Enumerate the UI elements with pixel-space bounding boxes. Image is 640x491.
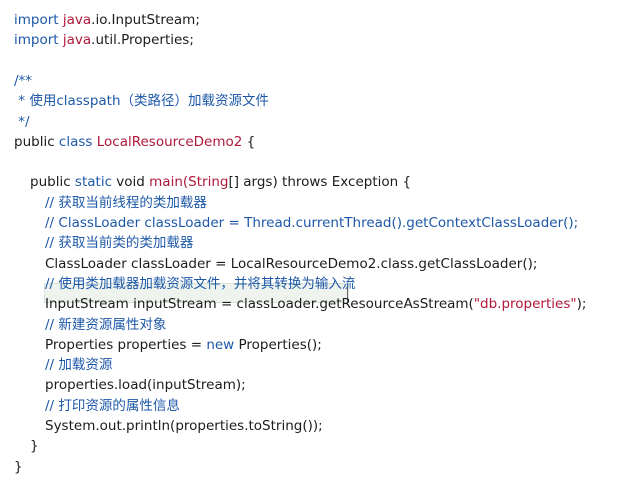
code-token: Properties properties = [45,336,207,353]
code-line-content: /** [0,73,32,89]
code-line[interactable]: } [0,436,640,456]
code-token: // ClassLoader classLoader = Thread.curr… [45,215,579,231]
code-line-content: // 使用类加载器加载资源文件，并将其转换为输入流 [0,276,355,292]
code-line-content: ClassLoader classLoader = LocalResourceD… [0,256,537,272]
code-token: public [30,174,75,191]
code-token: void [116,174,150,191]
code-line-content: // 获取当前线程的类加载器 [0,195,207,211]
code-line-content: public static void main(String[] args) t… [0,174,411,190]
code-line-content: Properties properties = new Properties()… [0,337,322,353]
code-line[interactable]: // 获取当前类的类加载器 [0,233,640,253]
code-token: new [206,336,239,353]
code-line[interactable]: // 新建资源属性对象 [0,315,640,335]
code-token: public [14,133,59,150]
code-line[interactable] [0,51,640,71]
code-line-content: // 获取当前类的类加载器 [0,235,193,251]
code-line-content: properties.load(inputStream); [0,377,246,393]
code-token: // 加载资源 [45,357,113,374]
code-line[interactable]: public static void main(String[] args) t… [0,172,640,192]
code-line[interactable]: import java.io.InputStream; [0,10,640,30]
code-token: InputStream inputStream = classLoader.ge… [45,296,474,313]
code-token: .io.InputStream; [91,12,200,28]
code-line-content: // 加载资源 [0,357,112,373]
code-token: } [30,438,39,455]
code-line[interactable]: InputStream inputStream = classLoader.ge… [0,294,640,314]
code-token: * 使用classpath（类路径）加载资源文件 [14,93,270,110]
code-line[interactable]: // 获取当前线程的类加载器 [0,193,640,213]
code-token: java [62,12,92,28]
code-line[interactable]: // 加载资源 [0,355,640,375]
code-line[interactable]: public class LocalResourceDemo2 { [0,132,640,152]
code-line-content: */ [0,113,30,130]
code-line[interactable]: // ClassLoader classLoader = Thread.curr… [0,213,640,233]
code-line-content: } [0,438,39,454]
code-token: // 打印资源的属性信息 [45,397,180,414]
code-line[interactable]: ClassLoader classLoader = LocalResourceD… [0,254,640,274]
code-line[interactable]: // 使用类加载器加载资源文件，并将其转换为输入流 [0,274,640,294]
code-line[interactable]: */ [0,112,640,132]
code-token: // 新建资源属性对象 [45,316,167,333]
code-line[interactable] [0,152,640,172]
code-token: [] args) throws Exception { [228,174,412,191]
code-line[interactable]: /** [0,71,640,91]
code-token: import [14,32,63,49]
code-line-content: // ClassLoader classLoader = Thread.curr… [0,215,578,231]
code-editor[interactable]: import java.io.InputStream; import java.u… [0,0,640,491]
code-line-content: // 新建资源属性对象 [0,317,166,333]
code-token: properties.load(inputStream); [45,377,246,394]
code-line[interactable]: Properties properties = new Properties()… [0,335,640,355]
code-token: main [149,174,183,191]
code-token: class [58,133,97,150]
code-line-content [0,53,14,69]
code-token: { [242,133,256,150]
code-line-content: // 打印资源的属性信息 [0,398,180,414]
code-line[interactable]: * 使用classpath（类路径）加载资源文件 [0,91,640,111]
code-token: ClassLoader classLoader = LocalResourceD… [45,255,538,272]
code-line[interactable]: properties.load(inputStream); [0,375,640,395]
code-token: ); [576,296,587,313]
code-token: System.out.println(properties.toString()… [45,418,323,434]
code-token: (String [182,174,229,191]
code-token: // 获取当前类的类加载器 [45,235,194,252]
code-token: } [14,458,23,475]
code-line[interactable]: System.out.println(properties.toString()… [0,416,640,436]
code-line-content: System.out.println(properties.toString()… [0,418,323,434]
code-token: "db.properties" [473,296,577,313]
code-token: java [62,32,92,49]
code-token: static [74,174,117,191]
code-token: Properties(); [238,336,322,353]
code-line-content [0,154,14,170]
code-line-content: * 使用classpath（类路径）加载资源文件 [0,93,269,109]
code-line-content: } [0,459,23,475]
code-line-content: public class LocalResourceDemo2 { [0,134,255,150]
code-line-content: import java.io.InputStream; [0,12,200,28]
code-token: // 使用类加载器加载资源文件，并将其转换为输入流 [45,275,356,292]
code-line[interactable]: import java.util.Properties; [0,30,640,50]
code-token: import [14,12,63,28]
code-line-content: import java.util.Properties; [0,32,194,48]
code-line-content: InputStream inputStream = classLoader.ge… [0,296,586,312]
code-line[interactable]: // 打印资源的属性信息 [0,396,640,416]
code-token: .util.Properties; [91,32,194,49]
code-line[interactable]: } [0,457,640,477]
code-token: // 获取当前线程的类加载器 [45,194,207,211]
code-token: */ [14,113,30,130]
code-token: LocalResourceDemo2 [96,133,243,150]
code-token: /** [14,72,33,89]
